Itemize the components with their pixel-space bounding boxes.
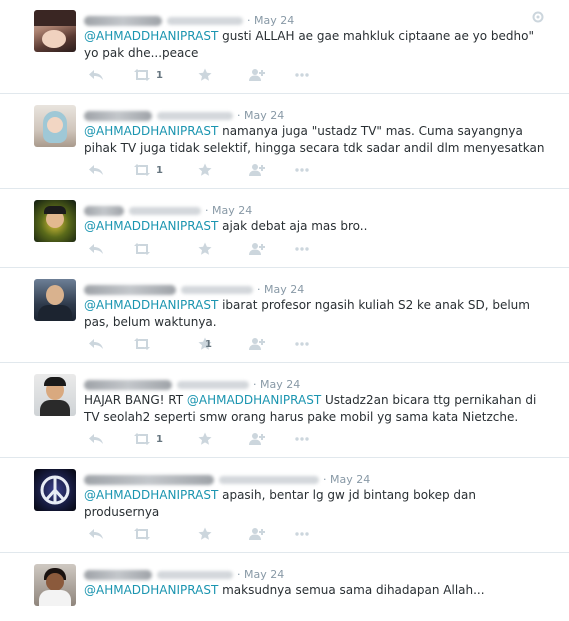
tweet-timestamp[interactable]: · May 24: [257, 283, 304, 296]
peace-sign-icon: [40, 475, 70, 505]
tweet-item[interactable]: · May 24 @AHMADDHANIPRAST ajak debat aja…: [0, 190, 569, 268]
user-handle-blurred[interactable]: [157, 111, 233, 120]
user-name-blurred[interactable]: [84, 15, 162, 26]
tweet-timestamp[interactable]: · May 24: [247, 14, 294, 27]
star-icon[interactable]: [198, 163, 212, 179]
tweet-timestamp[interactable]: · May 24: [253, 378, 300, 391]
avatar[interactable]: [34, 564, 76, 606]
tweet-actions: 1: [88, 163, 388, 179]
follow-user-icon[interactable]: [248, 163, 266, 179]
tweet-text: @AHMADDHANIPRAST namanya juga "ustadz TV…: [84, 124, 545, 155]
tweet-text: HAJAR BANG! RT @AHMADDHANIPRAST Ustadz2a…: [84, 393, 537, 424]
tweet-timestamp[interactable]: · May 24: [237, 109, 284, 122]
mention-link[interactable]: @AHMADDHANIPRAST: [187, 393, 321, 407]
tweet-header: · May 24: [84, 469, 370, 486]
user-name-blurred[interactable]: [84, 569, 152, 580]
tweet-header: · May 24: [84, 564, 284, 581]
user-handle-blurred[interactable]: [129, 206, 201, 215]
mention-link[interactable]: @AHMADDHANIPRAST: [84, 29, 218, 43]
tweet-item[interactable]: · May 24 @AHMADDHANIPRAST apasih, bentar…: [0, 459, 569, 553]
follow-user-icon[interactable]: [248, 527, 266, 543]
avatar[interactable]: [34, 105, 76, 147]
favorite-count: 1: [205, 339, 212, 350]
tweet-actions: 1: [88, 432, 388, 448]
reply-icon[interactable]: [88, 68, 104, 84]
tweet-item[interactable]: · May 24 @AHMADDHANIPRAST ibarat profeso…: [0, 269, 569, 363]
retweet-icon[interactable]: [133, 242, 151, 258]
tweet-timestamp[interactable]: · May 24: [205, 204, 252, 217]
retweet-icon[interactable]: [133, 163, 151, 179]
retweet-count: 1: [156, 165, 163, 176]
reply-icon[interactable]: [88, 432, 104, 448]
mention-link[interactable]: @AHMADDHANIPRAST: [84, 488, 218, 502]
user-name-blurred[interactable]: [84, 205, 124, 216]
follow-user-icon[interactable]: [248, 337, 266, 353]
tweet-header: · May 24: [84, 105, 284, 122]
more-dots-icon[interactable]: [294, 432, 310, 448]
user-name-blurred[interactable]: [84, 474, 214, 485]
user-name-blurred[interactable]: [84, 379, 172, 390]
retweet-icon[interactable]: [133, 432, 151, 448]
star-icon[interactable]: [198, 68, 212, 84]
gear-icon[interactable]: [532, 11, 544, 23]
user-handle-blurred[interactable]: [177, 380, 249, 389]
tweet-actions: [88, 242, 388, 258]
avatar[interactable]: [34, 469, 76, 511]
star-icon[interactable]: [198, 242, 212, 258]
tweet-timestamp[interactable]: · May 24: [237, 568, 284, 581]
tweet-header: · May 24: [84, 374, 300, 391]
avatar[interactable]: [34, 374, 76, 416]
retweet-count: 1: [156, 434, 163, 445]
tweet-item[interactable]: · May 24 @AHMADDHANIPRAST gusti ALLAH ae…: [0, 0, 569, 94]
avatar[interactable]: [34, 10, 76, 52]
reply-icon[interactable]: [88, 163, 104, 179]
mention-link[interactable]: @AHMADDHANIPRAST: [84, 298, 218, 312]
tweet-header: · May 24: [84, 10, 294, 27]
mention-link[interactable]: @AHMADDHANIPRAST: [84, 219, 218, 233]
tweet-header: · May 24: [84, 200, 252, 217]
tweet-actions: [88, 527, 388, 543]
tweet-text: @AHMADDHANIPRAST gusti ALLAH ae gae mahk…: [84, 29, 535, 60]
tweet-actions: 1: [88, 337, 388, 353]
tweet-text: @AHMADDHANIPRAST ibarat profesor ngasih …: [84, 298, 530, 329]
tweet-actions: 1: [88, 68, 388, 84]
retweet-icon[interactable]: [133, 527, 151, 543]
tweet-text: @AHMADDHANIPRAST ajak debat aja mas bro.…: [84, 219, 368, 233]
reply-icon[interactable]: [88, 337, 104, 353]
avatar[interactable]: [34, 200, 76, 242]
retweet-count: 1: [156, 70, 163, 81]
star-icon[interactable]: [198, 432, 212, 448]
mention-link[interactable]: @AHMADDHANIPRAST: [84, 583, 218, 597]
reply-icon[interactable]: [88, 242, 104, 258]
user-handle-blurred[interactable]: [167, 16, 243, 25]
user-name-blurred[interactable]: [84, 110, 152, 121]
follow-user-icon[interactable]: [248, 68, 266, 84]
retweet-icon[interactable]: [133, 68, 151, 84]
more-dots-icon[interactable]: [294, 527, 310, 543]
avatar[interactable]: [34, 279, 76, 321]
retweet-icon[interactable]: [133, 337, 151, 353]
tweet-header: · May 24: [84, 279, 304, 296]
star-icon[interactable]: [198, 527, 212, 543]
more-dots-icon[interactable]: [294, 163, 310, 179]
tweet-item[interactable]: · May 24 @AHMADDHANIPRAST maksudnya semu…: [0, 554, 569, 621]
mention-link[interactable]: @AHMADDHANIPRAST: [84, 124, 218, 138]
user-name-blurred[interactable]: [84, 284, 176, 295]
more-dots-icon[interactable]: [294, 68, 310, 84]
tweet-timestamp[interactable]: · May 24: [323, 473, 370, 486]
reply-icon[interactable]: [88, 527, 104, 543]
follow-user-icon[interactable]: [248, 432, 266, 448]
tweet-item[interactable]: · May 24 @AHMADDHANIPRAST namanya juga "…: [0, 95, 569, 189]
user-handle-blurred[interactable]: [181, 285, 253, 294]
more-dots-icon[interactable]: [294, 242, 310, 258]
more-dots-icon[interactable]: [294, 337, 310, 353]
user-handle-blurred[interactable]: [157, 570, 233, 579]
user-handle-blurred[interactable]: [219, 475, 319, 484]
tweet-text: @AHMADDHANIPRAST maksudnya semua sama di…: [84, 583, 485, 597]
follow-user-icon[interactable]: [248, 242, 266, 258]
tweet-item[interactable]: · May 24 HAJAR BANG! RT @AHMADDHANIPRAST…: [0, 364, 569, 458]
tweet-text: @AHMADDHANIPRAST apasih, bentar lg gw jd…: [84, 488, 476, 519]
